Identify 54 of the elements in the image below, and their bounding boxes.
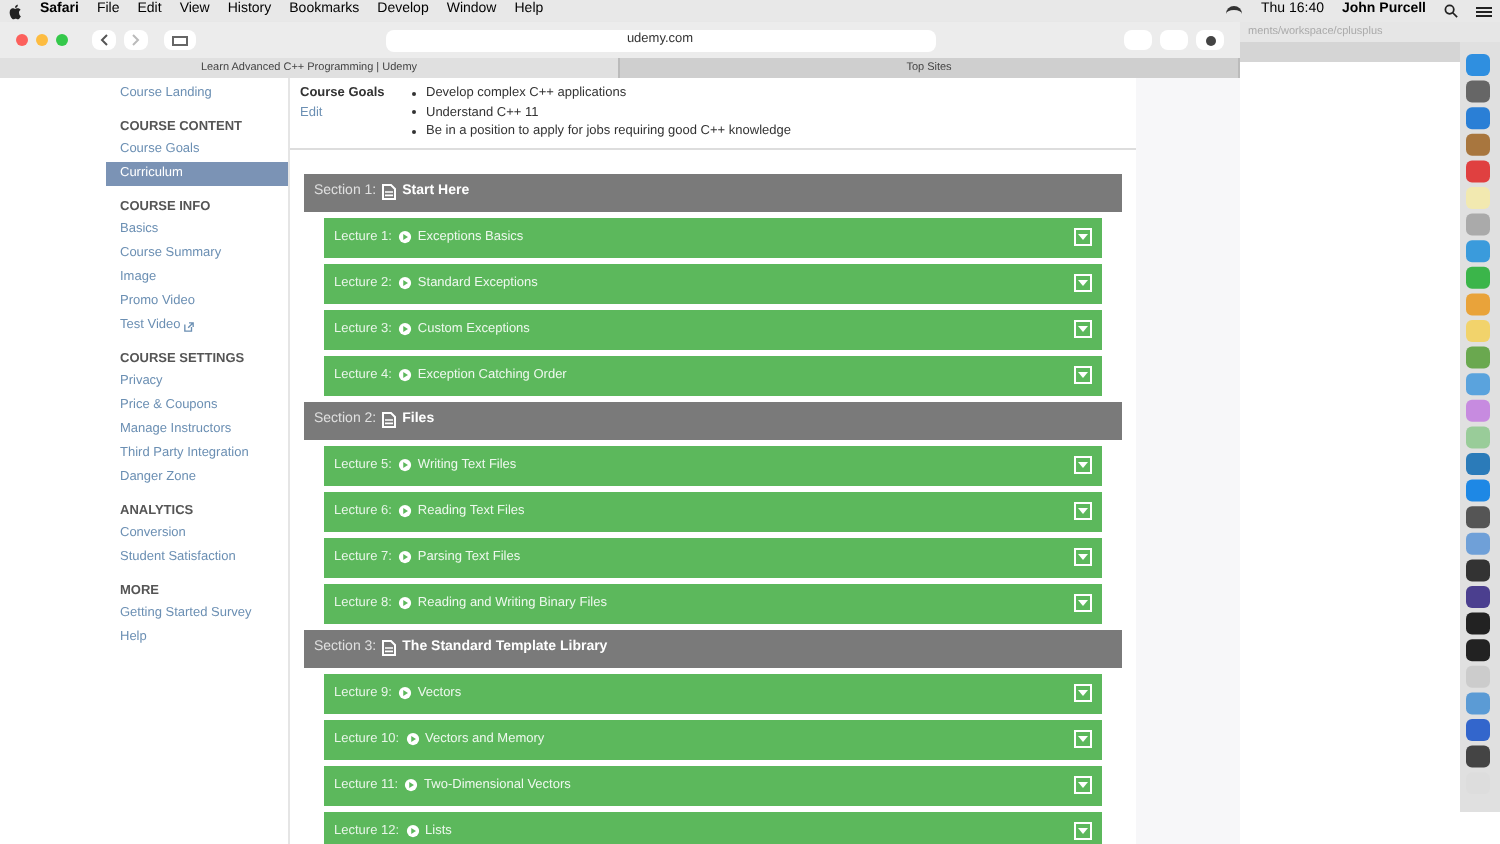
sidebar-icon bbox=[172, 35, 188, 45]
caret-icon bbox=[1078, 600, 1088, 606]
play-circle-icon bbox=[405, 824, 420, 838]
play-circle-icon bbox=[397, 276, 412, 290]
expand-toggle-button[interactable] bbox=[1074, 548, 1092, 566]
minimize-window-button[interactable] bbox=[36, 34, 48, 46]
play-circle-icon bbox=[404, 778, 419, 792]
caret-icon bbox=[1078, 782, 1088, 788]
play-circle-icon bbox=[397, 504, 412, 518]
play-circle-icon bbox=[397, 230, 412, 244]
play-circle-icon bbox=[397, 458, 412, 472]
expand-toggle-button[interactable] bbox=[1074, 594, 1092, 612]
caret-icon bbox=[1078, 462, 1088, 468]
caret-icon bbox=[1078, 828, 1088, 834]
play-circle-icon bbox=[397, 322, 412, 336]
expand-toggle-button[interactable] bbox=[1074, 822, 1092, 840]
expand-toggle-button[interactable] bbox=[1074, 228, 1092, 246]
play-circle-icon bbox=[397, 596, 412, 610]
caret-icon bbox=[1078, 736, 1088, 742]
document-icon bbox=[382, 640, 397, 656]
expand-toggle-button[interactable] bbox=[1074, 320, 1092, 338]
caret-icon bbox=[1078, 326, 1088, 332]
forward-button[interactable] bbox=[124, 30, 148, 50]
play-circle-icon bbox=[397, 368, 412, 382]
play-circle-icon bbox=[397, 550, 412, 564]
expand-toggle-button[interactable] bbox=[1074, 502, 1092, 520]
play-circle-icon bbox=[405, 732, 420, 746]
app-dock-drawing[interactable] bbox=[1460, 42, 1500, 812]
back-button[interactable] bbox=[92, 30, 116, 50]
download-icon bbox=[1205, 35, 1215, 45]
document-icon bbox=[382, 184, 397, 200]
play-circle-icon bbox=[397, 686, 412, 700]
caret-icon bbox=[1078, 554, 1088, 560]
chevron-right-icon bbox=[132, 34, 140, 46]
downloads-button[interactable] bbox=[1196, 30, 1224, 50]
zoom-window-button[interactable] bbox=[56, 34, 68, 46]
chevron-left-icon bbox=[100, 34, 108, 46]
search-icon[interactable] bbox=[1444, 4, 1458, 18]
expand-toggle-button[interactable] bbox=[1074, 456, 1092, 474]
caret-icon bbox=[1078, 690, 1088, 696]
caret-icon bbox=[1078, 280, 1088, 286]
list-icon[interactable] bbox=[1476, 5, 1492, 17]
expand-toggle-button[interactable] bbox=[1074, 730, 1092, 748]
caret-icon bbox=[1078, 372, 1088, 378]
expand-toggle-button[interactable] bbox=[1074, 366, 1092, 384]
expand-toggle-button[interactable] bbox=[1074, 776, 1092, 794]
expand-toggle-button[interactable] bbox=[1074, 274, 1092, 292]
apple-logo-icon[interactable] bbox=[8, 3, 22, 19]
sidebar-toggle-button[interactable] bbox=[164, 30, 196, 50]
close-window-button[interactable] bbox=[16, 34, 28, 46]
caret-icon bbox=[1078, 508, 1088, 514]
document-icon bbox=[382, 412, 397, 428]
expand-toggle-button[interactable] bbox=[1074, 684, 1092, 702]
caret-icon bbox=[1078, 234, 1088, 240]
